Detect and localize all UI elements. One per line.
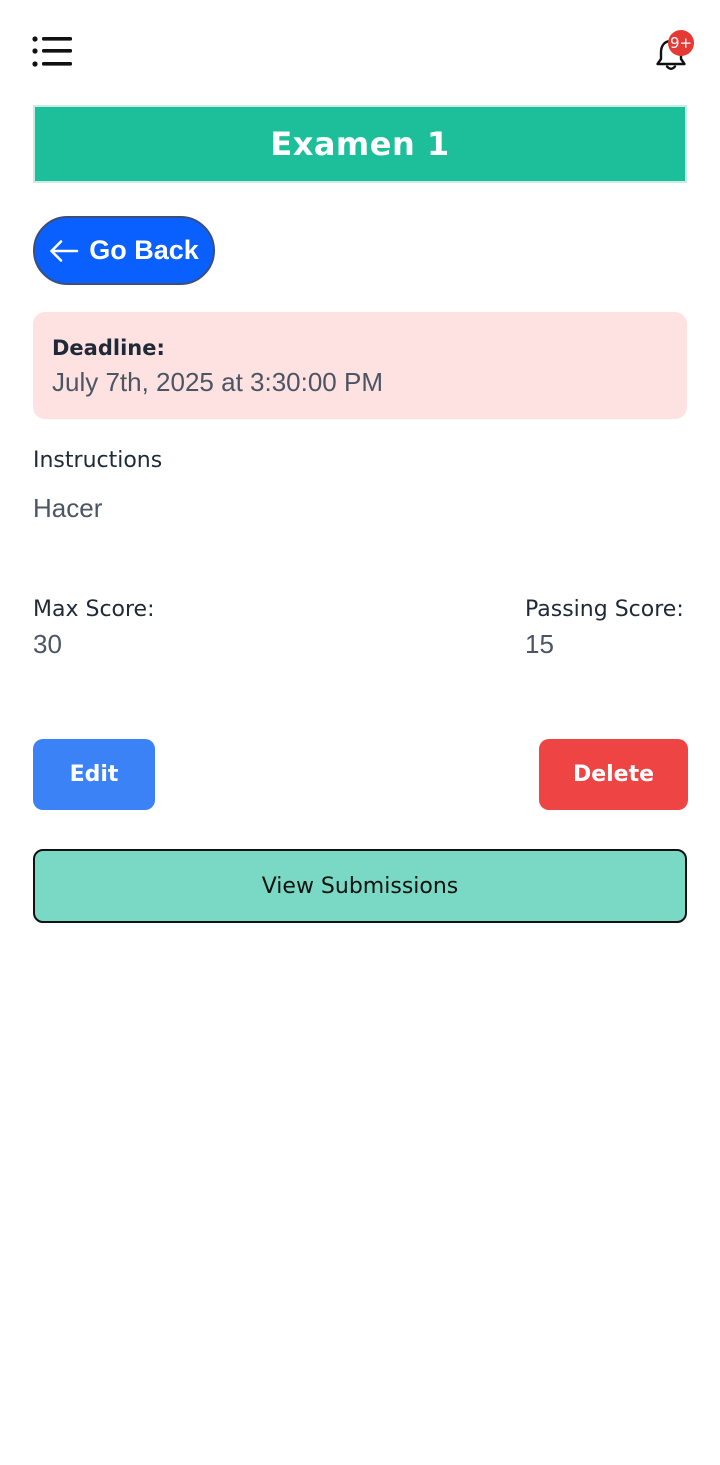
go-back-button[interactable]: Go Back [33,216,215,285]
passing-score-value: 15 [525,629,554,659]
notification-badge: 9+ [668,30,695,56]
deadline-value: July 7th, 2025 at 3:30:00 PM [52,367,383,397]
max-score-value: 30 [33,629,62,659]
arrow-left-icon [49,239,79,263]
instructions-text: Hacer [33,493,103,523]
menu-button[interactable] [32,36,74,70]
page-title: Examen 1 [270,125,450,163]
max-score-label: Max Score: [33,597,155,622]
passing-score-label: Passing Score: [525,597,684,622]
delete-button[interactable]: Delete [539,739,688,810]
deadline-card: Deadline: July 7th, 2025 at 3:30:00 PM [33,312,687,419]
title-banner: Examen 1 [33,105,687,183]
deadline-label: Deadline: [52,336,165,360]
view-submissions-button[interactable]: View Submissions [33,849,687,923]
edit-button[interactable]: Edit [33,739,155,810]
go-back-label: Go Back [89,235,199,265]
instructions-label: Instructions [33,448,163,473]
notifications-button[interactable]: 9+ [652,30,696,76]
max-score-block: Max Score: 30 [33,595,155,661]
menu-list-icon [32,36,74,70]
passing-score-block: Passing Score: 15 [525,595,684,661]
